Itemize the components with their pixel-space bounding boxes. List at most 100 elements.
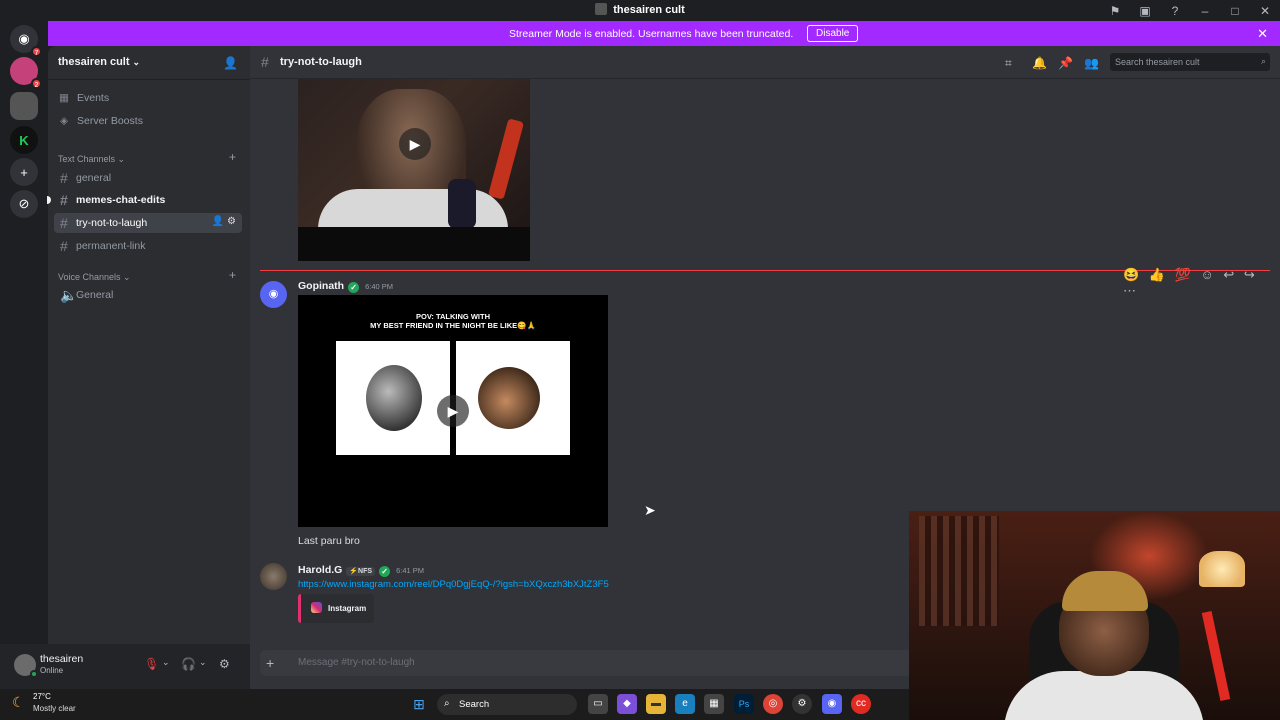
video-attachment[interactable]: ▶ [298,79,530,261]
banner-text: Streamer Mode is enabled. Usernames have… [509,28,794,40]
verified-icon: ✓ [379,566,391,577]
link-embed[interactable]: Instagram [298,594,374,623]
avatar[interactable] [14,654,38,678]
unread-indicator [47,196,51,204]
play-icon[interactable]: ▶ [399,128,431,160]
explore-button[interactable]: ⊘ [10,190,38,218]
help-icon[interactable]: ? [1160,4,1190,18]
chevron-down-icon: ⌄ [132,57,141,67]
headphones-icon[interactable]: 🎧 [181,657,196,671]
channel-try-not-to-laugh[interactable]: # try-not-to-laugh 👤 ⚙ [54,213,242,233]
video-caption: POV: TALKING WITH MY BEST FRIEND IN THE N… [370,312,536,330]
window-title: thesairen cult [0,3,1280,16]
thumbs-up-icon[interactable]: 👍 [1149,267,1165,282]
reply-icon[interactable]: ↩ [1223,267,1234,282]
plus-icon[interactable]: + [266,655,274,671]
discord-taskbar-icon[interactable]: ◉ [822,694,842,714]
server-tag: ⚡NFS [346,567,376,576]
weather-icon[interactable]: ☾ [12,694,25,711]
message-link[interactable]: https://www.instagram.com/reel/DPq0DgjEq… [298,579,609,590]
weather-description[interactable]: Mostly clear [33,704,76,713]
bell-icon[interactable]: 🔔 [1032,56,1047,70]
voice-channels-category[interactable]: Voice Channels ⌄ [58,272,131,283]
chevron-down-icon[interactable]: ⌄ [199,657,207,668]
channel-general[interactable]: # general [54,168,242,188]
windows-start-icon[interactable]: ⊞ [409,694,429,714]
invite-icon[interactable]: 👤 [223,56,238,70]
pin-icon[interactable]: 📌 [1058,56,1073,70]
divider [48,79,250,80]
task-view-icon[interactable]: ▭ [588,694,608,714]
app-icon[interactable]: ⚙ [792,694,812,714]
server-name-button[interactable]: thesairen cult ⌄ [58,56,140,68]
direct-messages-button[interactable]: ◉ 7 [10,25,42,57]
video-attachment[interactable]: POV: TALKING WITH MY BEST FRIEND IN THE N… [298,295,608,527]
copilot-icon[interactable]: ◆ [617,694,637,714]
hash-icon: # [60,170,68,186]
hash-icon: # [60,238,68,254]
photoshop-icon[interactable]: Ps [734,694,754,714]
chat-header: # try-not-to-laugh ⌗ 🔔 📌 👥 Search thesai… [250,46,1280,79]
forward-icon[interactable]: ↪ [1244,267,1255,282]
speaker-icon: 🔈 [60,286,78,303]
server-rail: ◉ 7 2 K + ⊘ [0,21,48,689]
server-icon-active[interactable] [10,92,38,120]
text-channels-category[interactable]: Text Channels ⌄ [58,154,125,165]
threads-icon[interactable]: ⌗ [1005,56,1012,71]
mute-mic-icon[interactable]: 🎙 [144,657,159,671]
hundred-icon[interactable]: 💯 [1175,267,1191,282]
disable-button[interactable]: Disable [807,25,859,42]
window-titlebar: thesairen cult ⚑ ▣ ? – □ ✕ [0,0,1280,21]
sidebar-item-server-boosts[interactable]: ◈ Server Boosts [58,115,143,127]
creative-cloud-icon[interactable]: cc [851,694,871,714]
channel-permanent-link[interactable]: # permanent-link [54,236,242,256]
hash-icon: # [60,192,68,208]
invite-icon[interactable]: 👤 [212,216,224,227]
maximize-button[interactable]: □ [1220,4,1250,18]
screen-icon[interactable]: ▣ [1130,4,1160,18]
add-server-button[interactable]: + [10,158,38,186]
file-explorer-icon[interactable]: ▬ [646,694,666,714]
server-icon-1[interactable]: 2 [10,57,42,89]
taskbar-search[interactable]: ⌕ Search [437,694,577,715]
search-icon: ⌕ [1260,56,1266,66]
chrome-icon[interactable]: ◎ [763,694,783,714]
minimize-button[interactable]: – [1190,4,1220,18]
chevron-down-icon[interactable]: ⌄ [162,657,170,668]
close-window-button[interactable]: ✕ [1250,4,1280,18]
create-voice-channel-icon[interactable]: + [229,268,236,282]
gear-icon[interactable]: ⚙ [227,216,236,227]
inbox-icon[interactable]: ⚑ [1100,4,1130,18]
message-author[interactable]: Gopinath ✓ 6:40 PM [298,280,393,293]
create-text-channel-icon[interactable]: + [229,150,236,164]
dm-badge: 7 [31,46,42,57]
server-icon-k[interactable]: K [10,126,38,154]
edge-icon[interactable]: e [675,694,695,714]
compass-icon: ⊘ [18,196,30,211]
plus-icon: + [20,164,28,180]
play-icon[interactable]: ▶ [437,395,469,427]
avatar[interactable]: ◉ [260,281,287,308]
store-icon[interactable]: ▦ [704,694,724,714]
more-icon[interactable]: ⋯ [1123,283,1136,298]
user-status: Online [40,666,64,675]
sidebar-item-events[interactable]: ▦ Events [58,92,109,104]
members-icon[interactable]: 👥 [1084,56,1099,70]
add-reaction-icon[interactable]: ☺ [1200,267,1213,282]
hash-icon: # [261,54,269,70]
close-icon[interactable]: ✕ [1257,26,1268,42]
temperature[interactable]: 27°C [33,692,51,701]
message-author[interactable]: Harold.G ⚡NFS ✓ 6:41 PM [298,564,424,577]
user-name[interactable]: thesairen [40,653,83,665]
message-input[interactable]: + Message #try-not-to-laugh [260,650,910,676]
streamer-mode-banner: Streamer Mode is enabled. Usernames have… [48,21,1280,46]
channel-sidebar: thesairen cult ⌄ 👤 ▦ Events ◈ Server Boosts… [47,46,250,644]
voice-channel-general[interactable]: 🔈 General [54,285,242,305]
emoji-laugh-icon[interactable]: 😆 [1123,267,1139,282]
channel-memes-chat-edits[interactable]: # memes-chat-edits [54,190,242,210]
user-panel: thesairen Online 🎙 ⌄ 🎧 ⌄ ⚙ [0,644,250,689]
avatar[interactable] [260,563,287,590]
gear-icon[interactable]: ⚙ [219,657,230,671]
search-input[interactable]: Search thesairen cult ⌕ [1110,53,1270,71]
channel-title: try-not-to-laugh [280,56,362,68]
